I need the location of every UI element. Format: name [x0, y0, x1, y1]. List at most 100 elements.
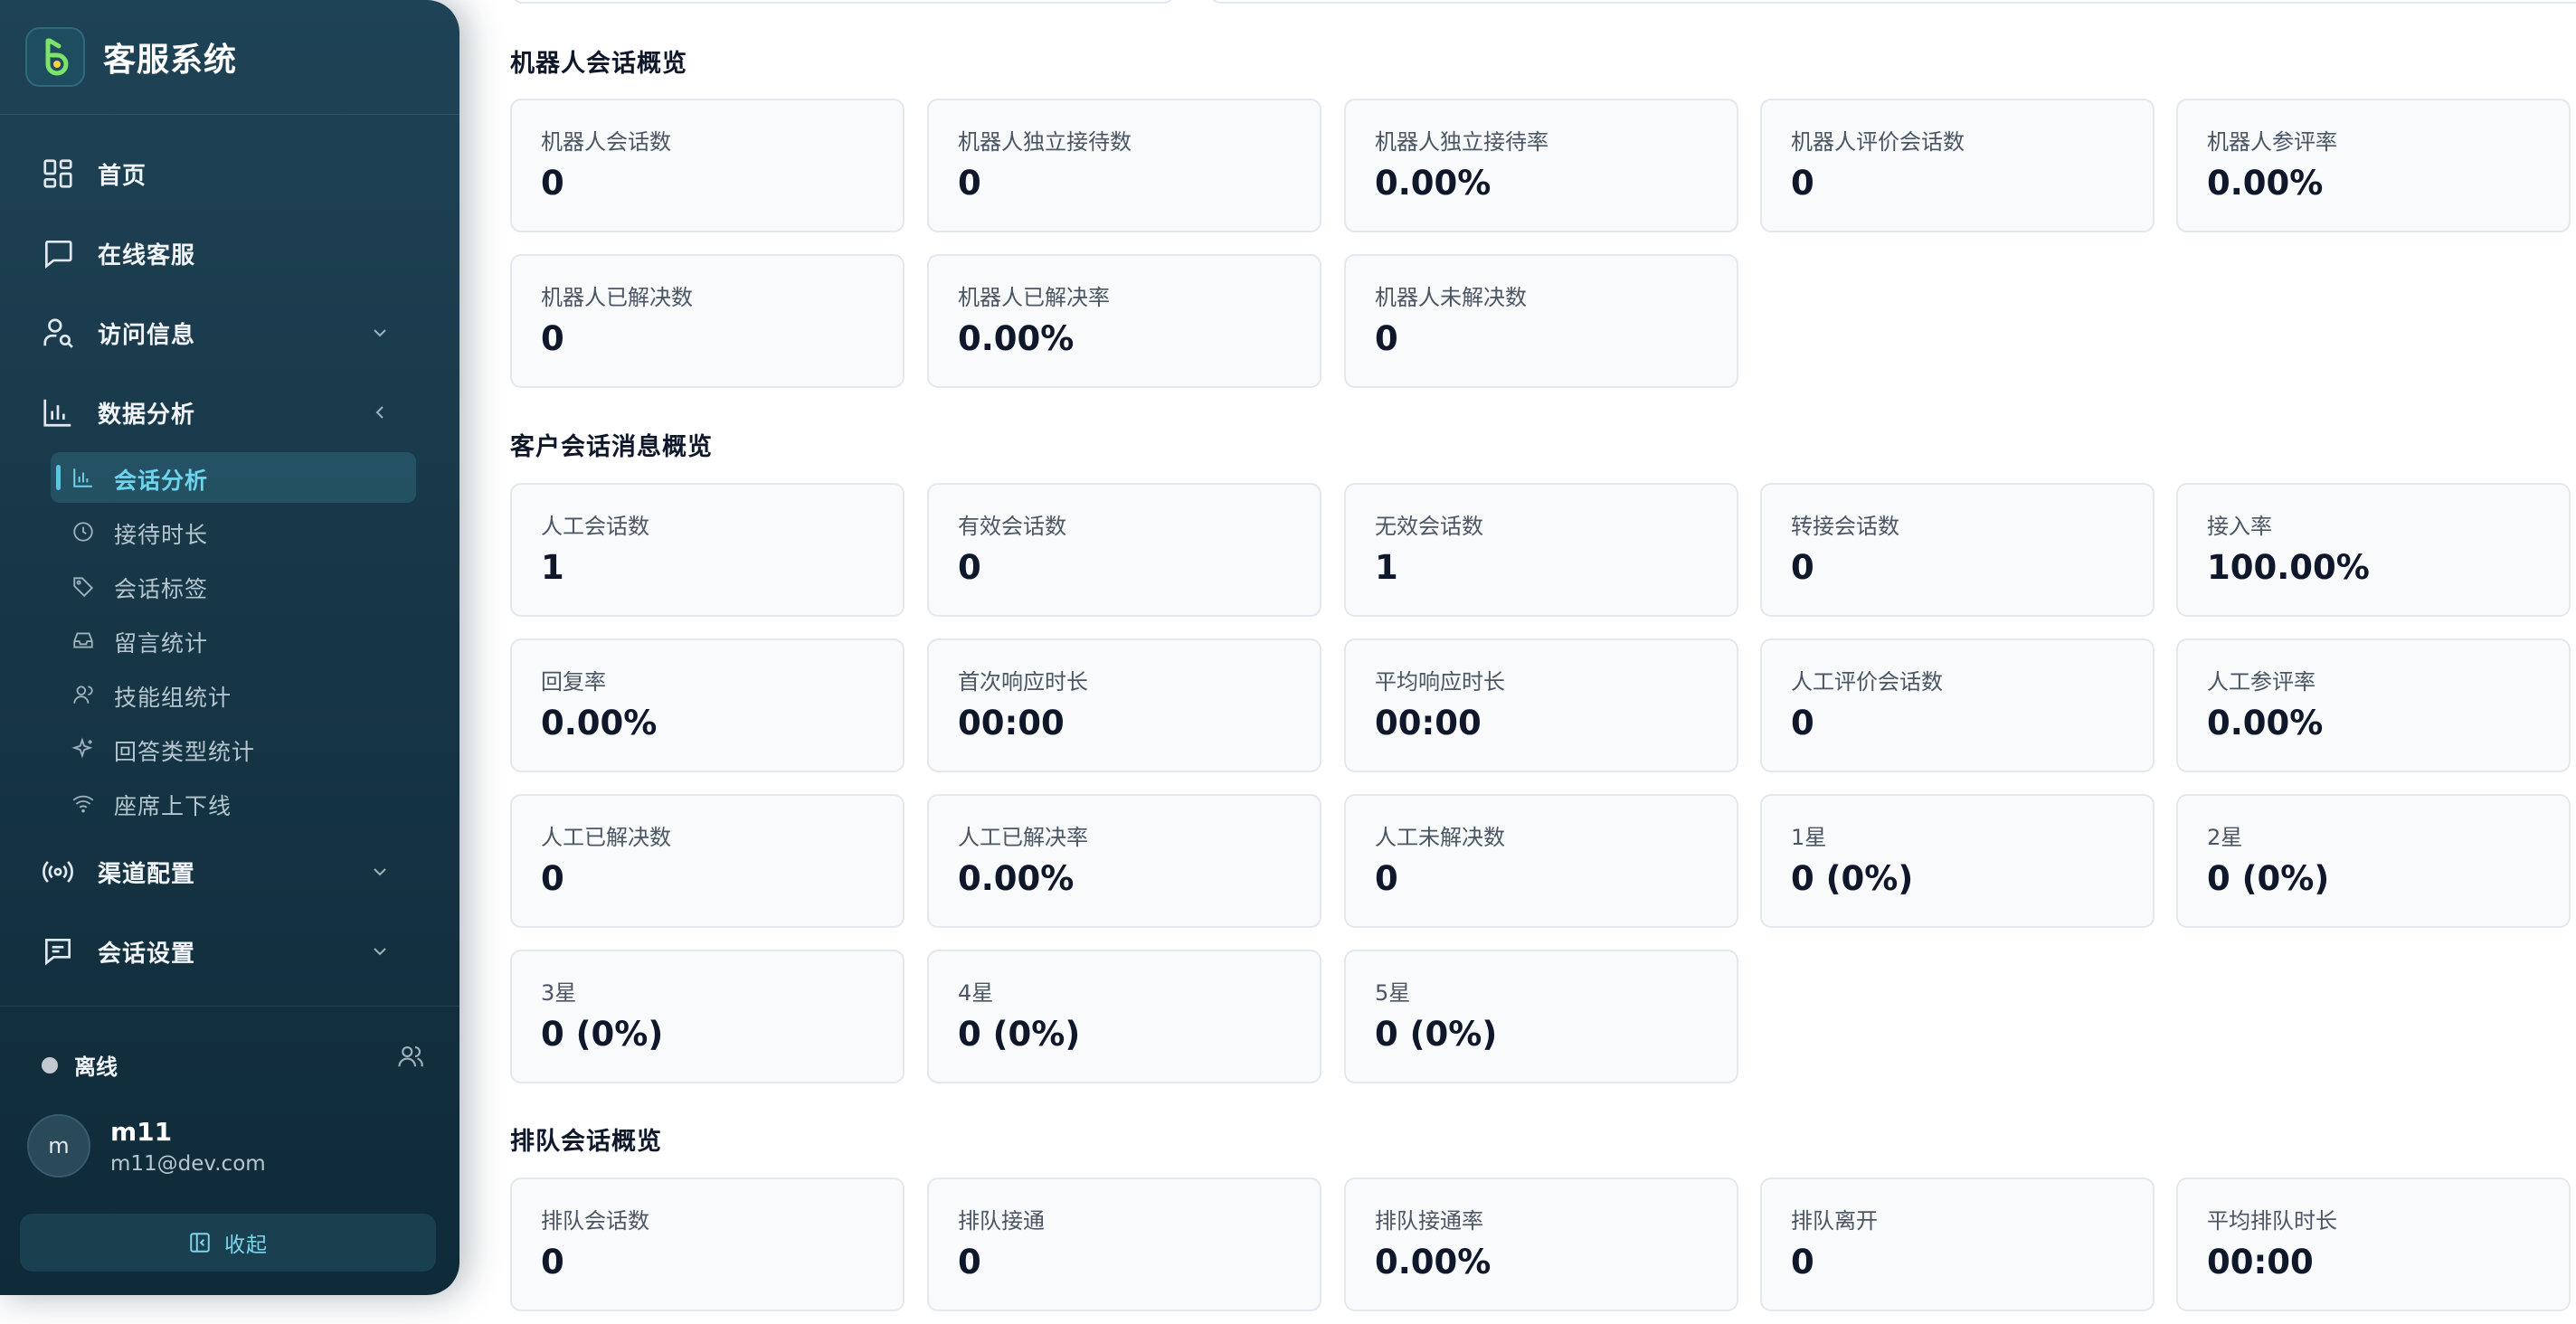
- avatar: m: [27, 1114, 90, 1177]
- stat-value: 0 (0%): [958, 1015, 1081, 1054]
- chevron-left-icon: [375, 406, 384, 419]
- stat-card: 首次响应时长 00:00: [927, 638, 1321, 772]
- stat-value: 0: [1791, 548, 1814, 587]
- stat-label: 机器人评价会话数: [1791, 129, 1965, 155]
- card-fragment: [510, 0, 1176, 4]
- collapse-label: 收起: [224, 1234, 268, 1257]
- stat-value: 0: [541, 164, 564, 203]
- nav-visit-info-label: 访问信息: [98, 321, 196, 349]
- nav-online-service-label: 在线客服: [98, 241, 196, 270]
- users-icon: [398, 1045, 423, 1067]
- stat-value: 0: [1791, 1243, 1814, 1281]
- stat-label: 首次响应时长: [958, 669, 1088, 695]
- stat-value: 1: [1375, 548, 1398, 587]
- stat-card: 无效会话数 1: [1344, 483, 1738, 617]
- stat-card: 5星 0 (0%): [1344, 950, 1738, 1083]
- stat-card: 机器人会话数 0: [510, 99, 904, 232]
- subnav-agent-online-offline[interactable]: 座席上下线: [51, 778, 416, 828]
- stat-card: 机器人独立接待数 0: [927, 99, 1321, 232]
- stat-card: 1星 0 (0%): [1760, 794, 2155, 928]
- nav-channel-config[interactable]: 渠道配置: [38, 849, 409, 894]
- stat-label: 机器人已解决率: [958, 285, 1110, 310]
- stat-label: 排队会话数: [541, 1208, 649, 1234]
- subnav-label: 会话分析: [114, 468, 209, 494]
- stat-card: 排队接通率 0.00%: [1344, 1177, 1738, 1311]
- subnav-answer-type-stats[interactable]: 回答类型统计: [51, 723, 416, 774]
- nav-session-settings[interactable]: 会话设置: [38, 929, 409, 974]
- agent-status[interactable]: 离线: [42, 1049, 118, 1081]
- stat-value: 100.00%: [2207, 548, 2370, 587]
- wifi-icon: [71, 790, 96, 816]
- nav-visit-info[interactable]: 访问信息: [38, 310, 409, 355]
- stat-value: 0.00%: [1375, 164, 1492, 203]
- grid-icon: [38, 154, 78, 194]
- stat-card: 2星 0 (0%): [2176, 794, 2571, 928]
- active-indicator: [56, 465, 61, 490]
- stat-card: 机器人独立接待率 0.00%: [1344, 99, 1738, 232]
- subnav-label: 技能组统计: [114, 685, 232, 711]
- inbox-icon: [71, 628, 96, 653]
- stat-card: 平均响应时长 00:00: [1344, 638, 1738, 772]
- stat-card: 接入率 100.00%: [2176, 483, 2571, 617]
- user-email: m11@dev.com: [110, 1151, 266, 1176]
- app-logo-icon: [25, 27, 85, 87]
- section-title-robot: 机器人会话概览: [510, 50, 687, 78]
- stat-label: 4星: [958, 980, 994, 1006]
- stat-card: 机器人评价会话数 0: [1760, 99, 2155, 232]
- stat-label: 平均响应时长: [1375, 669, 1505, 695]
- bar-chart-small-icon: [71, 465, 96, 490]
- subnav-session-analysis[interactable]: 会话分析: [51, 452, 416, 503]
- nav-home-label: 首页: [98, 162, 147, 190]
- subnav-session-tags[interactable]: 会话标签: [51, 561, 416, 611]
- user-profile[interactable]: m m11 m11@dev.com: [27, 1114, 266, 1177]
- chat-bubble-icon: [38, 233, 78, 273]
- stat-value: 0: [958, 548, 981, 587]
- nav-session-settings-label: 会话设置: [98, 940, 196, 968]
- stat-card: 人工参评率 0.00%: [2176, 638, 2571, 772]
- subnav-message-stats[interactable]: 留言统计: [51, 615, 416, 666]
- stat-value: 0: [1375, 319, 1398, 358]
- stat-label: 人工评价会话数: [1791, 669, 1943, 695]
- stat-value: 0.00%: [958, 319, 1075, 358]
- stat-label: 转接会话数: [1791, 514, 1899, 539]
- stat-value: 0 (0%): [2207, 859, 2330, 898]
- user-search-icon: [38, 313, 78, 353]
- subnav-skill-group-stats[interactable]: 技能组统计: [51, 669, 416, 720]
- stat-card: 排队会话数 0: [510, 1177, 904, 1311]
- brand[interactable]: 客服系统: [25, 27, 237, 87]
- stat-value: 00:00: [2207, 1243, 2314, 1281]
- stat-value: 00:00: [958, 704, 1065, 742]
- stat-value: 0.00%: [958, 859, 1075, 898]
- broadcast-icon: [38, 852, 78, 892]
- stat-label: 机器人独立接待数: [958, 129, 1132, 155]
- stat-label: 机器人独立接待率: [1375, 129, 1548, 155]
- stat-card: 有效会话数 0: [927, 483, 1321, 617]
- sparkle-icon: [71, 736, 96, 761]
- stat-label: 人工未解决数: [1375, 825, 1505, 850]
- stat-label: 人工已解决数: [541, 825, 671, 850]
- card-fragment: [1208, 0, 2576, 4]
- stat-label: 接入率: [2207, 514, 2272, 539]
- stat-label: 回复率: [541, 669, 606, 695]
- nav-data-analysis[interactable]: 数据分析: [38, 390, 409, 435]
- stat-card: 排队离开 0: [1760, 1177, 2155, 1311]
- subnav-reception-duration[interactable]: 接待时长: [51, 506, 416, 557]
- stat-card: 机器人已解决率 0.00%: [927, 254, 1321, 388]
- stat-card: 3星 0 (0%): [510, 950, 904, 1083]
- stat-card: 回复率 0.00%: [510, 638, 904, 772]
- nav-home[interactable]: 首页: [38, 151, 409, 196]
- subnav-label: 接待时长: [114, 522, 209, 548]
- stat-card: 机器人未解决数 0: [1344, 254, 1738, 388]
- stat-value: 0 (0%): [1791, 859, 1914, 898]
- bar-chart-icon: [38, 392, 78, 432]
- nav-online-service[interactable]: 在线客服: [38, 231, 409, 276]
- collapse-sidebar-button[interactable]: 收起: [20, 1214, 436, 1272]
- stat-value: 0: [1791, 704, 1814, 742]
- users-button[interactable]: [394, 1040, 427, 1073]
- stat-label: 无效会话数: [1375, 514, 1483, 539]
- stat-card: 转接会话数 0: [1760, 483, 2155, 617]
- stat-value: 00:00: [1375, 704, 1482, 742]
- chevron-down-icon: [374, 329, 386, 337]
- stat-label: 排队离开: [1791, 1208, 1878, 1234]
- stat-label: 5星: [1375, 980, 1411, 1006]
